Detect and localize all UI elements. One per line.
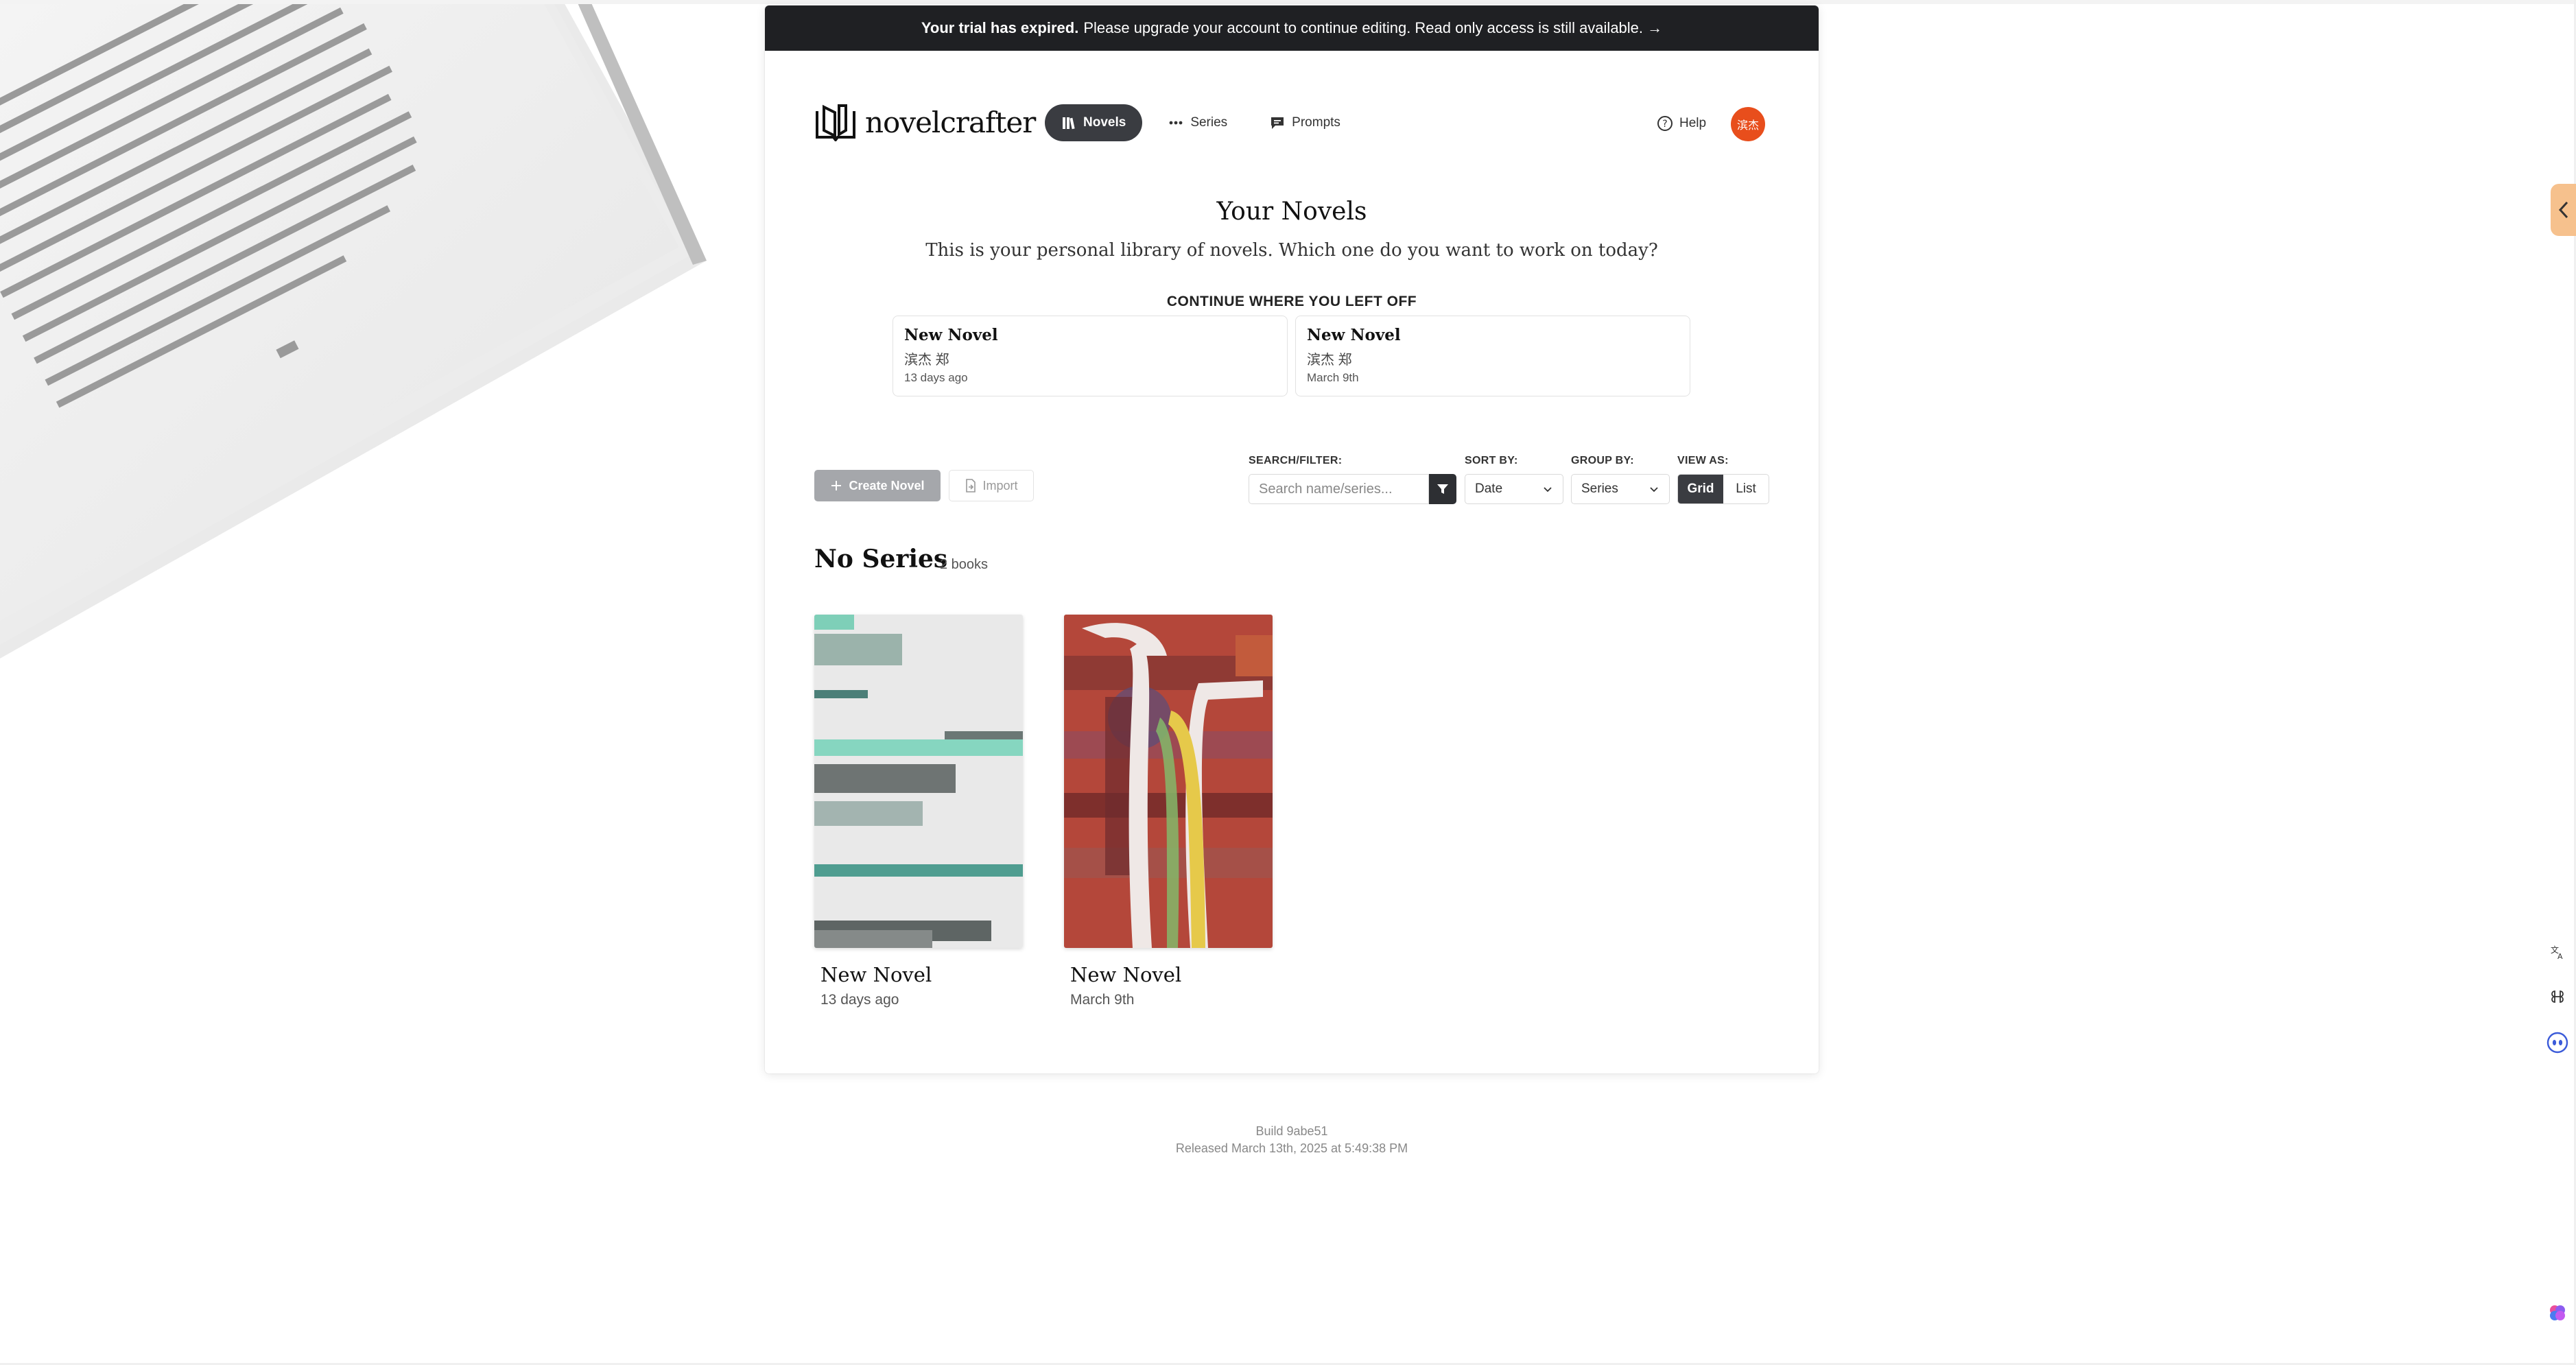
sidebar-collapse-tab[interactable] xyxy=(2551,184,2576,236)
command-icon[interactable] xyxy=(2545,984,2570,1009)
generated-cover-art xyxy=(814,615,1023,948)
banner-bold-text: Your trial has expired. xyxy=(921,19,1079,36)
svg-text:?: ? xyxy=(1662,119,1667,130)
file-import-icon xyxy=(966,479,976,492)
view-as-label: VIEW AS: xyxy=(1677,455,1729,466)
funnel-icon xyxy=(1437,484,1448,494)
nav-series[interactable]: Series xyxy=(1152,104,1244,141)
continue-section-label: CONTINUE WHERE YOU LEFT OFF xyxy=(1166,294,1417,309)
window-top-edge xyxy=(0,0,2576,4)
create-novel-label: Create Novel xyxy=(849,478,925,492)
novel-date: March 9th xyxy=(1070,992,1135,1008)
recent-novel-title: New Novel xyxy=(904,326,998,344)
recent-novel-card[interactable]: New Novel 滨杰 郑 March 9th xyxy=(1295,316,1690,396)
main-card: Your trial has expired. Please upgrade y… xyxy=(765,5,1819,1073)
nav-series-label: Series xyxy=(1190,115,1228,130)
view-as-toggle: Grid List xyxy=(1677,474,1769,504)
dots-icon xyxy=(1169,121,1183,125)
novel-card[interactable]: New Novel 13 days ago xyxy=(814,615,1023,1008)
release-date: Released March 13th, 2025 at 5:49:38 PM xyxy=(1175,1141,1408,1155)
svg-text:A: A xyxy=(2557,952,2563,961)
recent-novel-author: 滨杰 郑 xyxy=(904,353,949,368)
nav-prompts[interactable]: Prompts xyxy=(1253,104,1357,141)
build-info: Build 9abe51 Released March 13th, 2025 a… xyxy=(765,1123,1819,1157)
help-circle-icon: ? xyxy=(1657,116,1673,131)
generated-cover-art xyxy=(1064,615,1273,948)
page-subtitle: This is your personal library of novels.… xyxy=(925,240,1658,261)
novel-date: 13 days ago xyxy=(820,992,899,1008)
plus-icon xyxy=(831,481,842,490)
nav-novels-label: Novels xyxy=(1083,115,1126,130)
group-by-select[interactable]: Series xyxy=(1571,474,1670,504)
recent-novel-date: March 9th xyxy=(1307,371,1359,384)
group-by-label: GROUP BY: xyxy=(1571,455,1634,466)
group-by-value: Series xyxy=(1581,482,1618,496)
collapse-chevron-icon xyxy=(2558,201,2568,219)
chat-icon xyxy=(1271,117,1284,129)
nav-prompts-label: Prompts xyxy=(1292,115,1340,130)
brand-logo[interactable]: novelcrafter xyxy=(814,103,1036,141)
open-book-logo-icon xyxy=(816,104,855,141)
search-input[interactable]: Search name/series... xyxy=(1249,474,1429,504)
books-icon xyxy=(1063,117,1075,130)
novel-title: New Novel xyxy=(1070,963,1182,986)
search-placeholder: Search name/series... xyxy=(1259,481,1393,497)
chevron-down-icon xyxy=(1544,487,1552,492)
search-filter-label: SEARCH/FILTER: xyxy=(1249,455,1343,466)
import-button[interactable]: Import xyxy=(949,470,1034,501)
sort-by-select[interactable]: Date xyxy=(1465,474,1563,504)
sort-by-label: SORT BY: xyxy=(1465,455,1518,466)
banner-text: Please upgrade your account to continue … xyxy=(1083,19,1663,36)
novel-cover[interactable] xyxy=(814,615,1023,948)
series-book-count: 2 books xyxy=(940,557,989,572)
sort-by-value: Date xyxy=(1475,482,1503,496)
open-book-background-image xyxy=(0,0,707,658)
novel-title: New Novel xyxy=(820,963,932,986)
nav-novels[interactable]: Novels xyxy=(1045,104,1143,141)
recent-novel-title: New Novel xyxy=(1307,326,1401,344)
brand-name: novelcrafter xyxy=(865,105,1036,139)
create-novel-button[interactable]: Create Novel xyxy=(814,470,941,501)
recent-novel-card[interactable]: New Novel 滨杰 郑 13 days ago xyxy=(893,316,1288,396)
import-label: Import xyxy=(982,478,1018,492)
build-id: Build 9abe51 xyxy=(1255,1124,1328,1138)
translate-icon[interactable]: 文 A xyxy=(2545,940,2570,964)
main-nav: Novels Series Prompts xyxy=(1045,104,1357,141)
user-avatar[interactable]: 滨杰 xyxy=(1731,107,1765,141)
help-link[interactable]: ? Help xyxy=(1657,115,1706,132)
help-label: Help xyxy=(1679,116,1707,130)
series-group-heading: No Series xyxy=(814,545,948,573)
chevron-down-icon xyxy=(1650,487,1658,492)
assistant-icon[interactable] xyxy=(2545,1030,2570,1055)
view-list-button[interactable]: List xyxy=(1723,475,1769,503)
trial-expired-banner[interactable]: Your trial has expired. Please upgrade y… xyxy=(765,5,1819,51)
brain-icon[interactable] xyxy=(2545,1301,2570,1325)
view-grid-button[interactable]: Grid xyxy=(1678,475,1723,503)
recent-novel-date: 13 days ago xyxy=(904,371,968,384)
filter-button[interactable] xyxy=(1429,474,1456,504)
recent-novel-author: 滨杰 郑 xyxy=(1307,353,1352,368)
novel-card[interactable]: New Novel March 9th xyxy=(1064,615,1273,1008)
page-title: Your Novels xyxy=(1216,198,1367,226)
novel-cover[interactable] xyxy=(1064,615,1273,948)
